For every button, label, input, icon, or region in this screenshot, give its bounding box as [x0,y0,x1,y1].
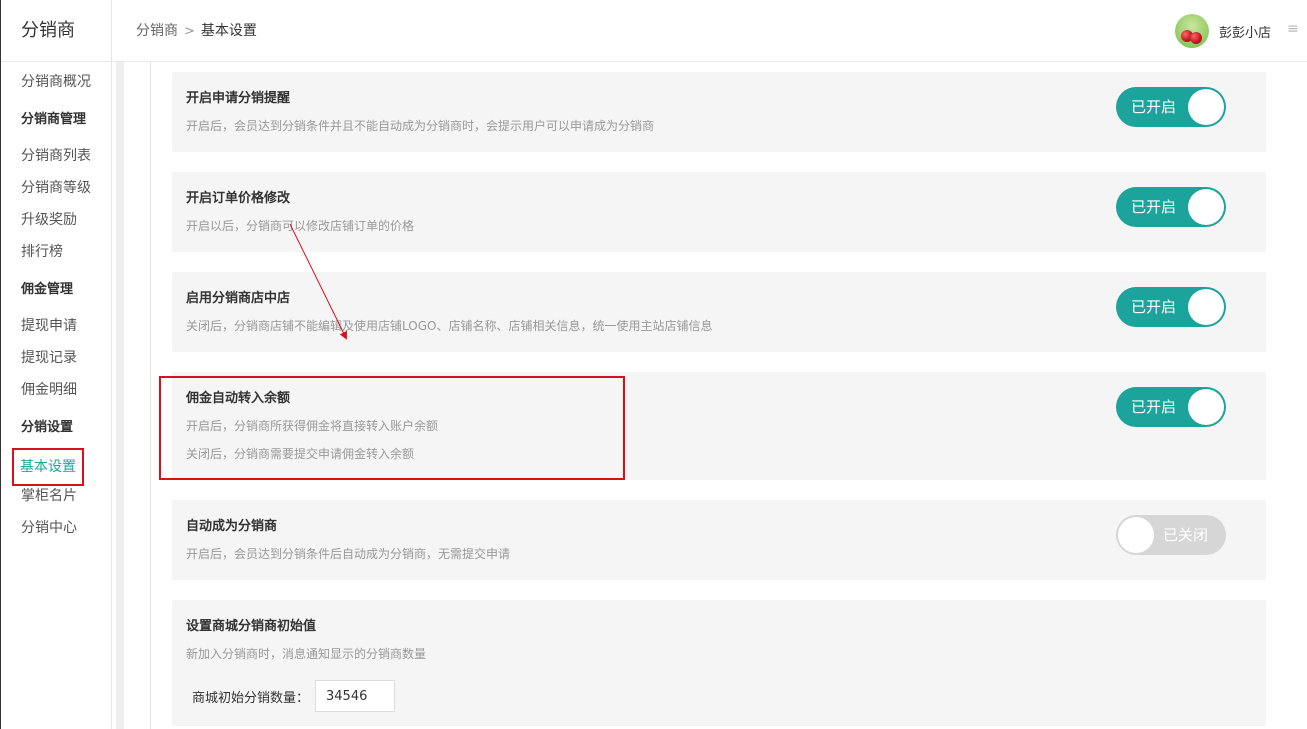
sidebar-item[interactable]: 提现记录 [1,342,111,374]
sidebar-item[interactable]: 升级奖励 [1,204,111,236]
sidebar-menu: 分销商概况分销商管理分销商列表 分销商等级 升级奖励 排行榜佣金管理提现申请 提现记录佣… [1,62,111,544]
initial-count-label: 商城初始分销数量： [192,690,310,706]
toggle-knob [1188,189,1224,225]
breadcrumb-parent[interactable]: 分销商 [136,23,178,39]
user-menu[interactable]: 彭彭小店 [1174,13,1271,49]
initial-count-title: 设置商城分销商初始值 [186,619,317,634]
content-divider [150,62,151,729]
brand-title: 分销商 [1,0,111,62]
sidebar-item[interactable]: 分销商列表 [1,140,111,172]
setting-title: 开启订单价格修改 [186,191,291,206]
sidebar-item[interactable]: 分销商概况 [1,66,111,98]
setting-desc: 开启后，分销商所获得佣金将直接转入账户余额 [186,419,439,433]
sidebar-item[interactable]: 佣金明细 [1,374,111,406]
app-root: 分销商 分销商概况分销商管理分销商列表 分销商等级 升级奖励 排行榜佣金管理提现申请提… [0,0,1307,729]
toggle-knob [1118,517,1154,553]
top-header: 分销商 > 基本设置 彭彭小店 ≡ [112,0,1307,62]
setting-card: 开启申请分销提醒开启后，会员达到分销条件并且不能自动成为分销商时，会提示用户可以… [172,72,1266,152]
setting-title: 佣金自动转入余额 [186,391,291,406]
cherry-avatar-icon[interactable] [1174,14,1209,48]
setting-title: 开启申请分销提醒 [186,91,291,106]
sidebar-item[interactable]: 排行榜 [1,236,111,268]
settings-content: 开启申请分销提醒开启后，会员达到分销条件并且不能自动成为分销商时，会提示用户可以… [172,72,1266,729]
toggle-knob [1188,289,1224,325]
setting-title: 启用分销商店中店 [186,291,291,306]
initial-count-desc: 新加入分销商时，消息通知显示的分销商数量 [186,647,427,661]
setting-card: 开启订单价格修改开启以后，分销商可以修改店铺订单的价格 已开启 [172,172,1266,252]
sidebar-item[interactable]: 分销中心 [1,512,111,544]
sidebar: 分销商 分销商概况分销商管理分销商列表 分销商等级 升级奖励 排行榜佣金管理提现申请提… [0,0,112,729]
toggle-switch[interactable]: 已开启 [1116,287,1226,327]
setting-desc: 关闭后，分销商店铺不能编辑及使用店铺LOGO、店铺名称、店铺相关信息，统一使用主… [186,319,713,333]
toggle-switch[interactable]: 已开启 [1116,187,1226,227]
initial-count-card: 设置商城分销商初始值 新加入分销商时，消息通知显示的分销商数量 商城初始分销数量… [172,600,1266,726]
breadcrumb-current: 基本设置 [200,23,257,39]
toggle-switch[interactable]: 已关闭 [1116,515,1226,555]
scrollbar-track[interactable] [116,62,124,729]
breadcrumb-separator: > [184,24,195,39]
cherry-shape [1189,32,1202,44]
setting-card: 佣金自动转入余额开启后，分销商所获得佣金将直接转入账户余额 关闭后，分销商需要提交… [172,372,1266,480]
breadcrumb: 分销商 > 基本设置 [136,0,257,63]
sidebar-item[interactable]: 分销商等级 [1,172,111,204]
sidebar-item[interactable]: 提现申请 [1,310,111,342]
toggle-label: 已开启 [1131,298,1177,316]
setting-title: 自动成为分销商 [186,519,278,534]
toggle-knob [1188,389,1224,425]
toggle-label: 已关闭 [1162,526,1208,544]
username[interactable]: 彭彭小店 [1219,22,1271,41]
sidebar-group-label: 分销商管理 [21,112,87,127]
toggle-switch[interactable]: 已开启 [1116,387,1226,427]
sidebar-group-label: 佣金管理 [21,282,74,297]
toggle-knob [1188,89,1224,125]
scroll-rail [112,62,150,729]
sidebar-item-active[interactable]: 基本设置 [1,448,111,486]
toggle-label: 已开启 [1131,398,1177,416]
sidebar-group-label: 分销设置 [21,420,74,435]
toggle-label: 已开启 [1131,98,1177,116]
toggle-switch[interactable]: 已开启 [1116,87,1226,127]
setting-card: 启用分销商店中店关闭后，分销商店铺不能编辑及使用店铺LOGO、店铺名称、店铺相关… [172,272,1266,352]
setting-desc: 开启后，会员达到分销条件并且不能自动成为分销商时，会提示用户可以申请成为分销商 [186,119,655,133]
setting-desc: 开启以后，分销商可以修改店铺订单的价格 [186,219,415,233]
toggle-label: 已开启 [1131,198,1177,216]
setting-desc: 关闭后，分销商需要提交申请佣金转入余额 [186,447,415,461]
initial-count-input[interactable] [315,680,396,712]
setting-card: 自动成为分销商开启后，会员达到分销条件后自动成为分销商，无需提交申请 已关闭 [172,500,1266,580]
hamburger-menu-icon[interactable]: ≡ [1287,22,1299,36]
setting-desc: 开启后，会员达到分销条件后自动成为分销商，无需提交申请 [186,547,511,561]
initial-count-row: 商城初始分销数量： [186,680,1252,712]
